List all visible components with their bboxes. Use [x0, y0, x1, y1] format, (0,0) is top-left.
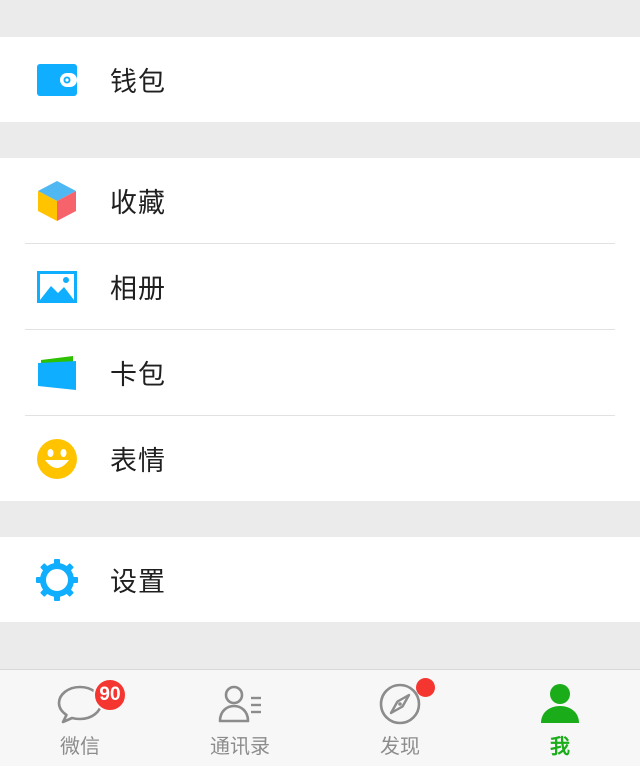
tab-label: 微信	[60, 734, 100, 758]
album-picture-icon	[36, 266, 78, 308]
card-package-icon	[36, 352, 78, 394]
unread-badge: 90	[93, 678, 127, 712]
menu-item-cards[interactable]: 卡包	[0, 330, 640, 415]
bottom-tab-bar: 90 微信 通讯录 发现 我	[0, 669, 640, 766]
tab-me[interactable]: 我	[480, 670, 640, 766]
section-gap	[0, 122, 640, 158]
collection-group: 收藏 相册 卡包 表情	[0, 158, 640, 501]
settings-group: 设置	[0, 537, 640, 622]
menu-item-stickers[interactable]: 表情	[0, 416, 640, 501]
menu-item-favorites[interactable]: 收藏	[0, 158, 640, 243]
tab-label: 发现	[380, 734, 420, 758]
wallet-group: 钱包	[0, 37, 640, 122]
person-icon	[537, 682, 583, 726]
section-gap	[0, 501, 640, 537]
tab-chats[interactable]: 90 微信	[0, 670, 160, 766]
menu-item-wallet[interactable]: 钱包	[0, 37, 640, 122]
contacts-icon	[217, 682, 263, 726]
menu-item-settings[interactable]: 设置	[0, 537, 640, 622]
menu-item-label: 相册	[110, 274, 166, 305]
menu-item-label: 收藏	[110, 188, 166, 219]
wallet-icon	[36, 59, 78, 101]
top-gap	[0, 0, 640, 37]
menu-item-label: 卡包	[110, 360, 166, 391]
menu-item-label: 表情	[110, 446, 166, 477]
menu-item-label: 钱包	[110, 67, 166, 98]
notification-dot	[416, 678, 435, 697]
tab-discover[interactable]: 发现	[320, 670, 480, 766]
favorites-cube-icon	[36, 180, 78, 222]
tab-label: 我	[550, 734, 570, 758]
tab-label: 通讯录	[210, 734, 270, 758]
tab-contacts[interactable]: 通讯录	[160, 670, 320, 766]
gear-icon	[36, 558, 78, 601]
menu-item-album[interactable]: 相册	[0, 244, 640, 329]
smiley-icon	[36, 438, 78, 480]
menu-item-label: 设置	[110, 567, 166, 598]
